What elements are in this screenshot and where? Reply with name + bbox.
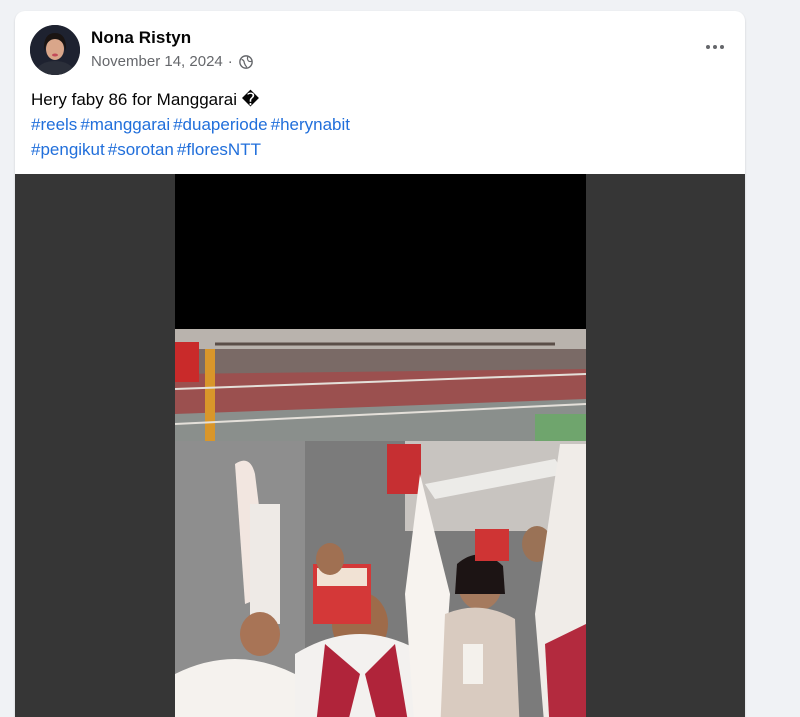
hashtag-link[interactable]: #sorotan xyxy=(108,140,174,159)
hashtag-link[interactable]: #pengikut xyxy=(31,140,105,159)
post-caption: Hery faby 86 for Manggarai � #reels #mang… xyxy=(31,87,721,162)
avatar[interactable] xyxy=(30,25,80,75)
caption-text: Hery faby 86 for Manggarai � xyxy=(31,90,260,109)
post-media[interactable] xyxy=(15,174,745,717)
meta-separator: · xyxy=(227,53,233,70)
hashtag-link[interactable]: #reels xyxy=(31,115,77,134)
globe-icon xyxy=(238,54,253,69)
hashtag-link[interactable]: #manggarai xyxy=(80,115,170,134)
video-player[interactable] xyxy=(175,174,586,717)
more-options-icon[interactable] xyxy=(697,33,733,61)
avatar-image xyxy=(30,25,80,75)
hashtag-link[interactable]: #duaperiode xyxy=(173,115,268,134)
hashtag-link[interactable]: #herynabit xyxy=(271,115,350,134)
hashtag-link[interactable]: #floresNTT xyxy=(177,140,261,159)
hashtags: #reels #manggarai #duaperiode #herynabit #p… xyxy=(31,112,721,162)
hashtag-line-1: #reels #manggarai #duaperiode #herynabit xyxy=(31,112,721,137)
post-date[interactable]: November 14, 2024 xyxy=(91,53,223,70)
author-name[interactable]: Nona Ristyn xyxy=(91,28,191,48)
hashtag-line-2: #pengikut #sorotan #floresNTT xyxy=(31,137,721,162)
post-meta: November 14, 2024 · xyxy=(91,53,253,70)
post-card: Nona Ristyn November 14, 2024 · Hery fab… xyxy=(15,11,745,717)
video-frame xyxy=(175,174,586,717)
post-header: Nona Ristyn November 14, 2024 · xyxy=(15,11,745,91)
